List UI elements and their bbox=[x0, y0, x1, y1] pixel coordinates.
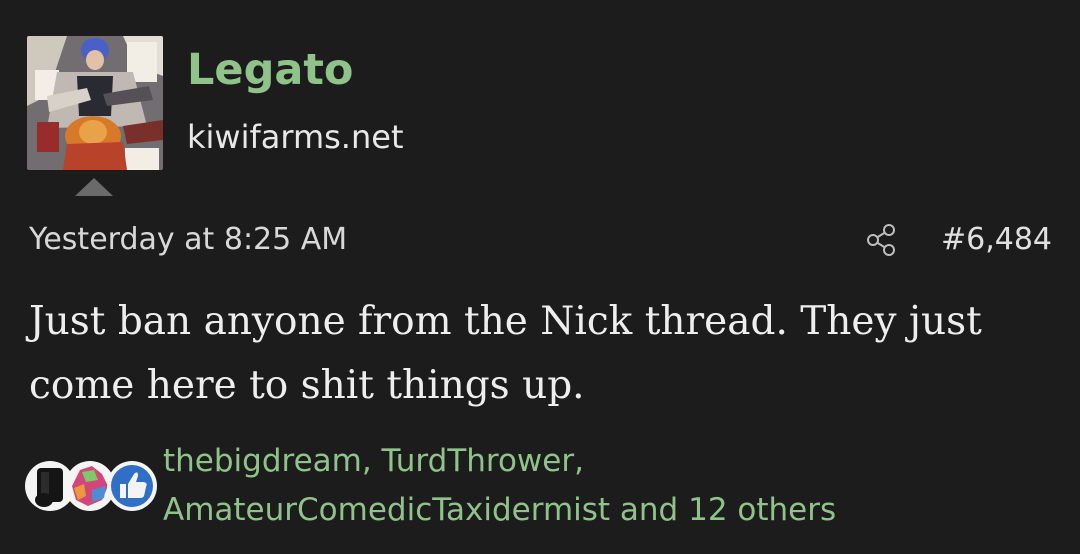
reaction-users-line-1[interactable]: thebigdream, TurdThrower, bbox=[163, 437, 1063, 486]
share-icon[interactable] bbox=[864, 223, 898, 257]
post-body: Just ban anyone from the Nick thread. Th… bbox=[29, 299, 982, 408]
post-author[interactable]: Legato bbox=[187, 42, 353, 98]
reaction-icons[interactable] bbox=[22, 456, 162, 516]
post-number-link[interactable]: #6,484 bbox=[941, 220, 1052, 260]
post-card: Legato kiwifarms.net Yesterday at 8:25 A… bbox=[0, 0, 1080, 554]
reaction-users-link[interactable]: thebigdream, TurdThrower, AmateurComedic… bbox=[163, 437, 1063, 535]
reaction-users-line-2[interactable]: AmateurComedicTaxidermist and 12 others bbox=[163, 486, 1063, 535]
thumbs-up-icon bbox=[107, 461, 157, 511]
avatar-pointer-arrow bbox=[75, 178, 113, 196]
post-timestamp[interactable]: Yesterday at 8:25 AM bbox=[29, 220, 347, 260]
user-title: kiwifarms.net bbox=[187, 118, 404, 156]
user-avatar[interactable] bbox=[27, 36, 163, 170]
